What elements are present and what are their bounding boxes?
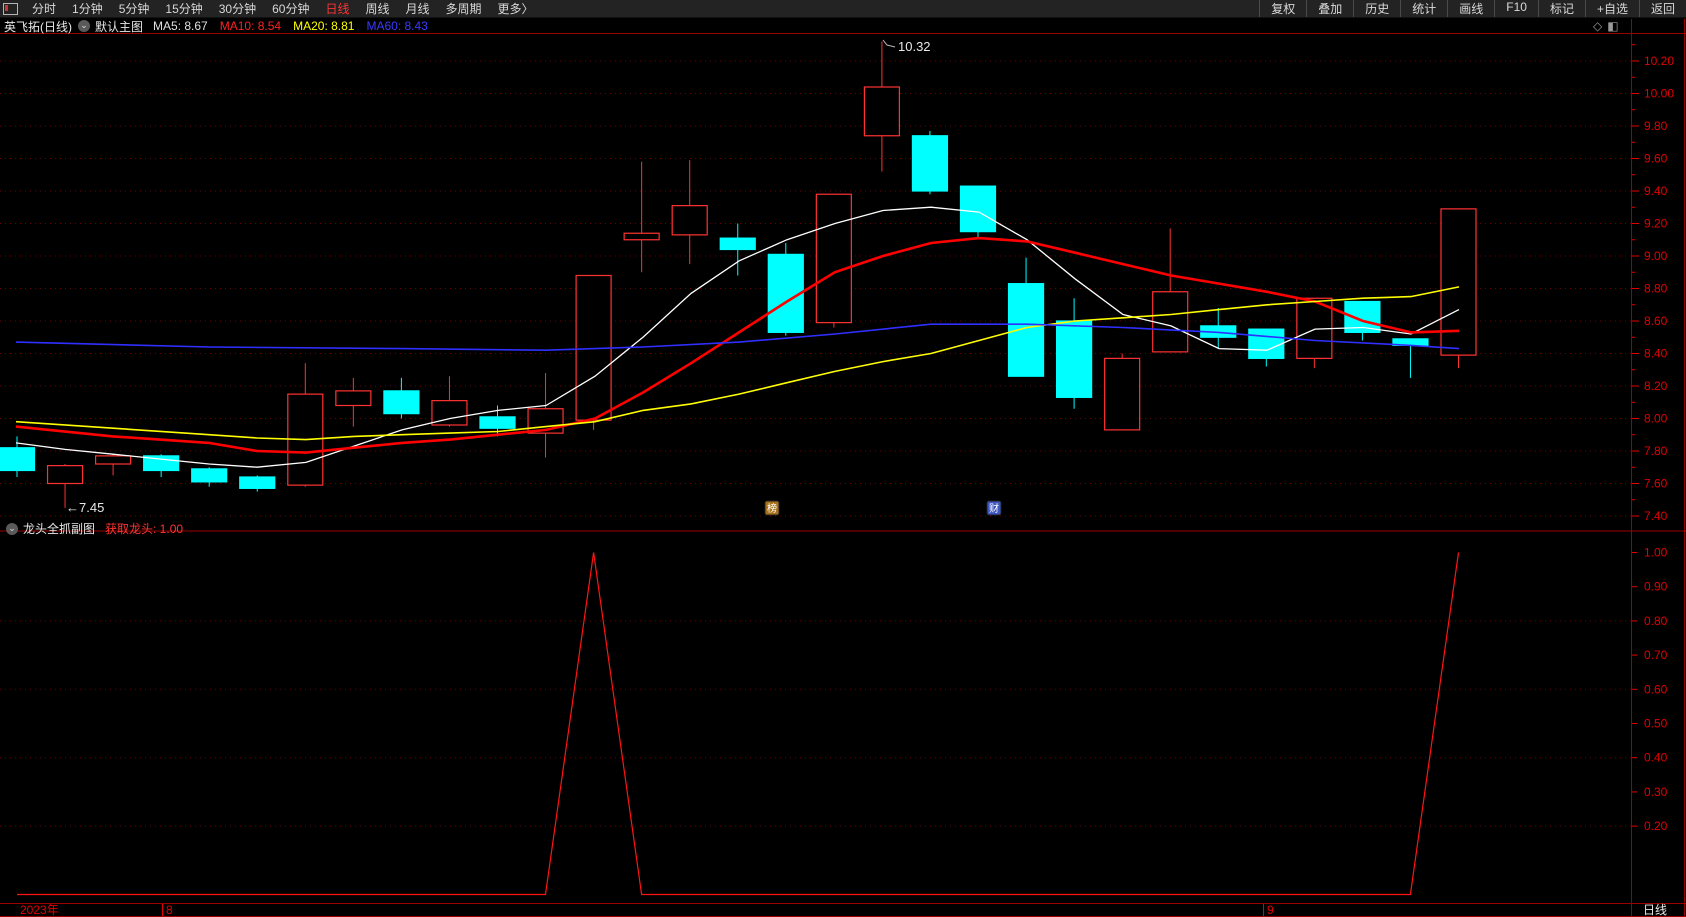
indicator-line (17, 552, 1460, 896)
low-label: ←7.45 (66, 500, 104, 515)
y-axis-label: 9.20 (1644, 217, 1668, 231)
toolbar-actions: 复权 叠加 历史 统计 画线 F10 标记 +自选 返回 (1259, 0, 1686, 17)
candle (1152, 291, 1189, 353)
candle (335, 390, 372, 407)
tab-period-1min[interactable]: 1分钟 (64, 0, 111, 17)
sub-y-axis-label: 0.70 (1644, 648, 1668, 662)
y-axis-label: 7.40 (1644, 509, 1668, 523)
mark-button[interactable]: 标记 (1537, 0, 1585, 17)
stats-button[interactable]: 统计 (1400, 0, 1447, 17)
stock-title: 英飞拓(日线) (4, 19, 72, 34)
candle (239, 476, 276, 489)
y-axis-label: 7.80 (1644, 444, 1668, 458)
x-axis-month-label: 9 (1267, 903, 1274, 917)
period-indicator[interactable]: 日线 (1643, 903, 1667, 917)
tab-period-5min[interactable]: 5分钟 (111, 0, 158, 17)
sub-y-axis-label: 0.60 (1644, 682, 1668, 696)
y-axis-label: 9.00 (1644, 249, 1668, 263)
add-watchlist-button[interactable]: +自选 (1584, 0, 1639, 17)
chart-canvas[interactable]: 10.20 10.00 9.80 9.60 9.40 9.20 9.00 8.80 8.60 8.… (0, 18, 1686, 917)
fuquan-button[interactable]: 复权 (1259, 0, 1306, 17)
x-axis-month-label: 8 (166, 903, 173, 917)
sub-y-axis-label: 0.50 (1644, 717, 1668, 731)
candle (1440, 208, 1477, 356)
candle (1007, 283, 1045, 377)
tab-period-30min[interactable]: 30分钟 (211, 0, 264, 17)
ma10-label: MA10: 8.54 (219, 19, 282, 33)
history-button[interactable]: 历史 (1353, 0, 1400, 17)
layout-label[interactable]: 默认主图 (95, 18, 143, 35)
candle (671, 205, 708, 236)
candle (959, 185, 997, 233)
y-axis-label: 9.80 (1644, 119, 1668, 133)
main-chart-header: 英飞拓(日线) ⌄ 默认主图 MA5: 8.67 MA10: 8.54 MA20: … (0, 18, 440, 34)
y-axis-label: 7.60 (1644, 477, 1668, 491)
draw-line-button[interactable]: 画线 (1447, 0, 1494, 17)
header-right-icons: ◇ ◧ (1593, 18, 1619, 34)
sub-y-axis-label: 0.40 (1644, 751, 1668, 765)
y-axis-label: 10.20 (1644, 54, 1674, 68)
tab-period-multi-period[interactable]: 多周期 (438, 0, 490, 17)
ma20-label: MA20: 8.81 (293, 19, 355, 33)
candle (479, 416, 516, 429)
f10-button[interactable]: F10 (1494, 0, 1538, 17)
toolbar: 分时 1分钟 5分钟 15分钟 30分钟 60分钟 日线 周线 月线 多周期 更多〉 复权 叠加 历史统… (0, 0, 1686, 18)
sub-y-axis-label: 0.80 (1644, 614, 1668, 628)
y-axis-label: 9.40 (1644, 184, 1668, 198)
chevron-down-icon[interactable]: ⌄ (6, 522, 18, 535)
ma60-label: MA60: 8.43 (366, 19, 428, 33)
y-axis-label: 9.60 (1644, 152, 1668, 166)
y-axis-label: 8.00 (1644, 412, 1668, 426)
chevron-down-icon[interactable]: ⌄ (78, 20, 90, 32)
y-axis-label: 8.40 (1644, 347, 1668, 361)
tab-period-weekly[interactable]: 周线 (357, 0, 397, 17)
tab-period-15min[interactable]: 15分钟 (157, 0, 210, 17)
period-tabs: 分时 1分钟 5分钟 15分钟 30分钟 60分钟 日线 周线 月线 多周期 更多〉 (24, 0, 542, 17)
diamond-icon[interactable]: ◇ (1593, 19, 1602, 33)
y-axis-label: 8.80 (1644, 282, 1668, 296)
y-axis-label: 8.60 (1644, 314, 1668, 328)
ma-line-ma20 (15, 286, 1460, 441)
indicator-value: 获取龙头: 1.00 (105, 522, 184, 536)
tab-period-fenshi[interactable]: 分时 (24, 0, 64, 17)
candle (46, 465, 84, 485)
sub-y-axis-label: 0.20 (1644, 819, 1668, 833)
candle (1055, 320, 1093, 398)
y-axis-label: 8.20 (1644, 379, 1668, 393)
tab-period-more[interactable]: 更多〉 (490, 0, 542, 17)
sub-y-axis-label: 0.90 (1644, 580, 1668, 594)
tab-period-daily[interactable]: 日线 (317, 0, 357, 17)
sub-chart-header: ⌄ 龙头全抓副图 获取龙头: 1.00 (6, 521, 183, 536)
overlay-button[interactable]: 叠加 (1306, 0, 1353, 17)
annotation-arrow (882, 39, 896, 48)
back-button[interactable]: 返回 (1638, 0, 1686, 17)
candle (815, 193, 852, 324)
ma-legend: MA5: 8.67 MA10: 8.54 MA20: 8.81 MA60: 8.43 (153, 19, 440, 33)
candle (863, 86, 901, 137)
candle (623, 232, 660, 241)
candle (1104, 357, 1141, 431)
sub-y-axis-label: 1.00 (1644, 546, 1668, 560)
event-marker-label: 财 (989, 502, 999, 515)
candle (94, 455, 132, 465)
candle (1248, 328, 1285, 359)
sub-y-axis-label: 0.30 (1644, 785, 1668, 799)
ma5-label: MA5: 8.67 (153, 19, 208, 33)
candle (0, 447, 36, 472)
event-marker-label: 榜 (767, 502, 777, 515)
tab-period-monthly[interactable]: 月线 (398, 0, 438, 17)
chart-stage: 10.20 10.00 9.80 9.60 9.40 9.20 9.00 8.80 8.60 8.… (0, 18, 1686, 917)
split-panel-icon[interactable]: ◧ (1607, 19, 1618, 33)
x-axis-year-label: 2023年 (20, 903, 59, 917)
candle (383, 390, 420, 415)
candle (719, 237, 756, 251)
candle (911, 135, 949, 192)
candle (191, 468, 228, 483)
ma-line-ma60 (15, 323, 1460, 352)
tab-period-60min[interactable]: 60分钟 (264, 0, 317, 17)
app-icon[interactable] (3, 2, 18, 15)
sub-chart-title: 龙头全抓副图 (23, 522, 96, 536)
y-axis-label: 10.00 (1644, 87, 1674, 101)
high-label: 10.32 (898, 39, 931, 54)
